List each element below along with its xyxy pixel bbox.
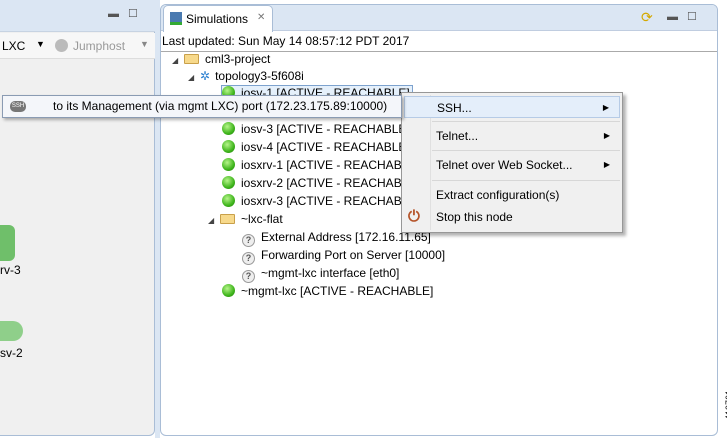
tree-item-property[interactable]: ? Forwarding Port on Server [10000] — [242, 246, 446, 265]
tree-label: iosxrv-2 [ACTIVE - REACHABLE] — [241, 176, 420, 190]
jumphost-icon — [55, 39, 68, 52]
node-label: rv-3 — [0, 263, 21, 277]
chevron-down-icon[interactable]: ▼ — [140, 39, 149, 49]
tree-item-node[interactable]: ~mgmt-lxc [ACTIVE - REACHABLE] — [222, 282, 433, 300]
status-active-icon — [222, 284, 235, 297]
tooltip: SSH to its Management (via mgmt LXC) por… — [2, 95, 402, 118]
expand-icon[interactable]: ◢ — [172, 52, 184, 70]
chevron-down-icon[interactable]: ▼ — [36, 39, 45, 49]
tree-item-node[interactable]: iosxrv-3 [ACTIVE - REACHABLE] — [222, 192, 420, 210]
menu-label: SSH... — [437, 101, 472, 115]
submenu-arrow-icon: ▶ — [602, 103, 609, 112]
menu-item-ssh[interactable]: SSH... ▶ — [404, 96, 620, 118]
tree-label: iosv-4 [ACTIVE - REACHABLE] — [241, 140, 410, 154]
tree-item-node[interactable]: iosxrv-2 [ACTIVE - REACHABLE] — [222, 174, 420, 192]
lxc-dropdown[interactable]: LXC — [2, 39, 25, 53]
status-active-icon — [222, 140, 235, 153]
status-active-icon — [222, 158, 235, 171]
menu-item-extract-config[interactable]: Extract configuration(s) — [404, 184, 620, 206]
menu-separator — [432, 121, 620, 122]
submenu-arrow-icon: ▶ — [603, 160, 610, 169]
menu-separator — [432, 180, 620, 181]
topology-icon: ✲ — [200, 69, 211, 83]
status-active-icon — [222, 176, 235, 189]
power-icon: ⏻ — [408, 208, 420, 225]
left-toolbar: LXC ▼ Jumphost ▼ — [0, 33, 155, 59]
refresh-icon[interactable]: ⟳ — [641, 9, 653, 26]
tree-item-property[interactable]: ? ~mgmt-lxc interface [eth0] — [242, 264, 400, 283]
menu-separator — [432, 150, 620, 151]
tree-label: ~mgmt-lxc interface [eth0] — [261, 266, 400, 280]
menu-label: Telnet over Web Socket... — [436, 158, 573, 172]
menu-item-telnet[interactable]: Telnet... ▶ — [404, 125, 620, 147]
folder-icon — [184, 54, 199, 64]
last-updated: Last updated: Sun May 14 08:57:12 PDT 20… — [162, 34, 410, 48]
close-icon[interactable]: ✕ — [257, 12, 265, 23]
tree-item-lxc-folder[interactable]: ◢ ~lxc-flat — [208, 210, 283, 228]
ssh-icon: SSH — [10, 101, 26, 112]
maximize-icon[interactable]: ☐ — [128, 7, 138, 20]
tooltip-text: to its Management (via mgmt LXC) port (1… — [53, 99, 388, 113]
tree-label: cml3-project — [205, 52, 271, 66]
menu-item-stop-node[interactable]: ⏻ Stop this node — [404, 206, 620, 228]
status-active-icon — [222, 122, 235, 135]
tree-label: ~lxc-flat — [241, 212, 283, 226]
expand-icon[interactable]: ◢ — [208, 212, 220, 230]
tab-label: Simulations — [186, 12, 249, 26]
menu-label: Extract configuration(s) — [436, 188, 560, 202]
left-panel-header: ▬ ☐ — [0, 0, 155, 32]
menu-label: Telnet... — [436, 129, 479, 143]
minimize-icon[interactable]: ▬ — [108, 8, 119, 20]
node-label: sv-2 — [0, 346, 23, 360]
tree-item-topology[interactable]: ◢ ✲ topology3-5f608i — [188, 67, 304, 85]
tree-item-node[interactable]: iosxrv-1 [ACTIVE - REACHABLE] — [222, 156, 420, 174]
left-panel — [0, 0, 155, 436]
tab-simulations[interactable]: Simulations ✕ — [163, 5, 273, 32]
tree-label: topology3-5f608i — [215, 69, 304, 83]
tree-label: Forwarding Port on Server [10000] — [261, 248, 446, 262]
simulations-icon — [170, 12, 182, 25]
tree-item-project[interactable]: ◢ cml3-project — [172, 50, 270, 68]
router-node-icon[interactable] — [0, 225, 15, 261]
menu-item-telnet-websocket[interactable]: Telnet over Web Socket... ▶ — [404, 154, 620, 176]
menu-label: Stop this node — [436, 210, 513, 224]
panel-header: Simulations ✕ ⟳ ▬ ☐ — [161, 5, 717, 32]
minimize-icon[interactable]: ▬ — [667, 11, 678, 23]
status-active-icon — [222, 194, 235, 207]
tree-label: ~mgmt-lxc [ACTIVE - REACHABLE] — [241, 284, 434, 298]
jumphost-dropdown[interactable]: Jumphost — [73, 39, 125, 53]
folder-icon — [220, 214, 235, 224]
tree-label: iosxrv-1 [ACTIVE - REACHABLE] — [241, 158, 420, 172]
submenu-arrow-icon: ▶ — [603, 131, 610, 140]
tree-item-node[interactable]: iosv-4 [ACTIVE - REACHABLE] — [222, 138, 410, 156]
tree-label: iosv-3 [ACTIVE - REACHABLE] — [241, 122, 410, 136]
router-node-icon[interactable] — [0, 321, 23, 341]
expand-icon[interactable]: ◢ — [188, 69, 200, 87]
figure-margin: 419761 — [718, 0, 727, 438]
tree-label: iosxrv-3 [ACTIVE - REACHABLE] — [241, 194, 420, 208]
maximize-icon[interactable]: ☐ — [687, 10, 697, 23]
tree-item-node[interactable]: iosv-3 [ACTIVE - REACHABLE] — [222, 120, 410, 138]
context-menu: SSH... ▶ Telnet... ▶ Telnet over Web Socke… — [401, 92, 623, 233]
